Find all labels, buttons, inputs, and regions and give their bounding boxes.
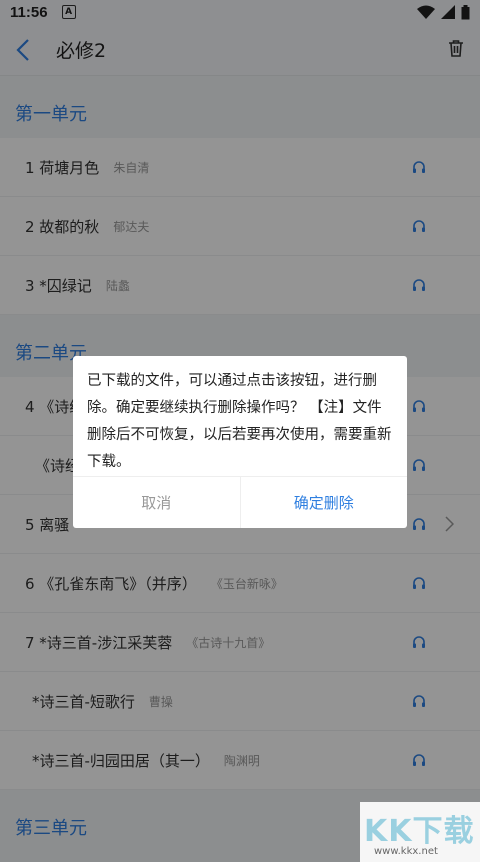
cancel-button[interactable]: 取消 [73,477,241,528]
watermark-logo-text: KK下载 [364,814,475,849]
delete-confirm-dialog: 已下载的文件，可以通过点击该按钮，进行删除。确定要继续执行删除操作吗？ 【注】文… [73,356,407,528]
watermark-url: www.kkx.net [374,846,438,857]
confirm-delete-button[interactable]: 确定删除 [241,477,408,528]
dialog-message: 已下载的文件，可以通过点击该按钮，进行删除。确定要继续执行删除操作吗？ 【注】文… [87,373,392,470]
dialog-actions: 取消 确定删除 [73,476,407,528]
watermark-logo: KK下载 www.kkx.net [360,802,480,862]
